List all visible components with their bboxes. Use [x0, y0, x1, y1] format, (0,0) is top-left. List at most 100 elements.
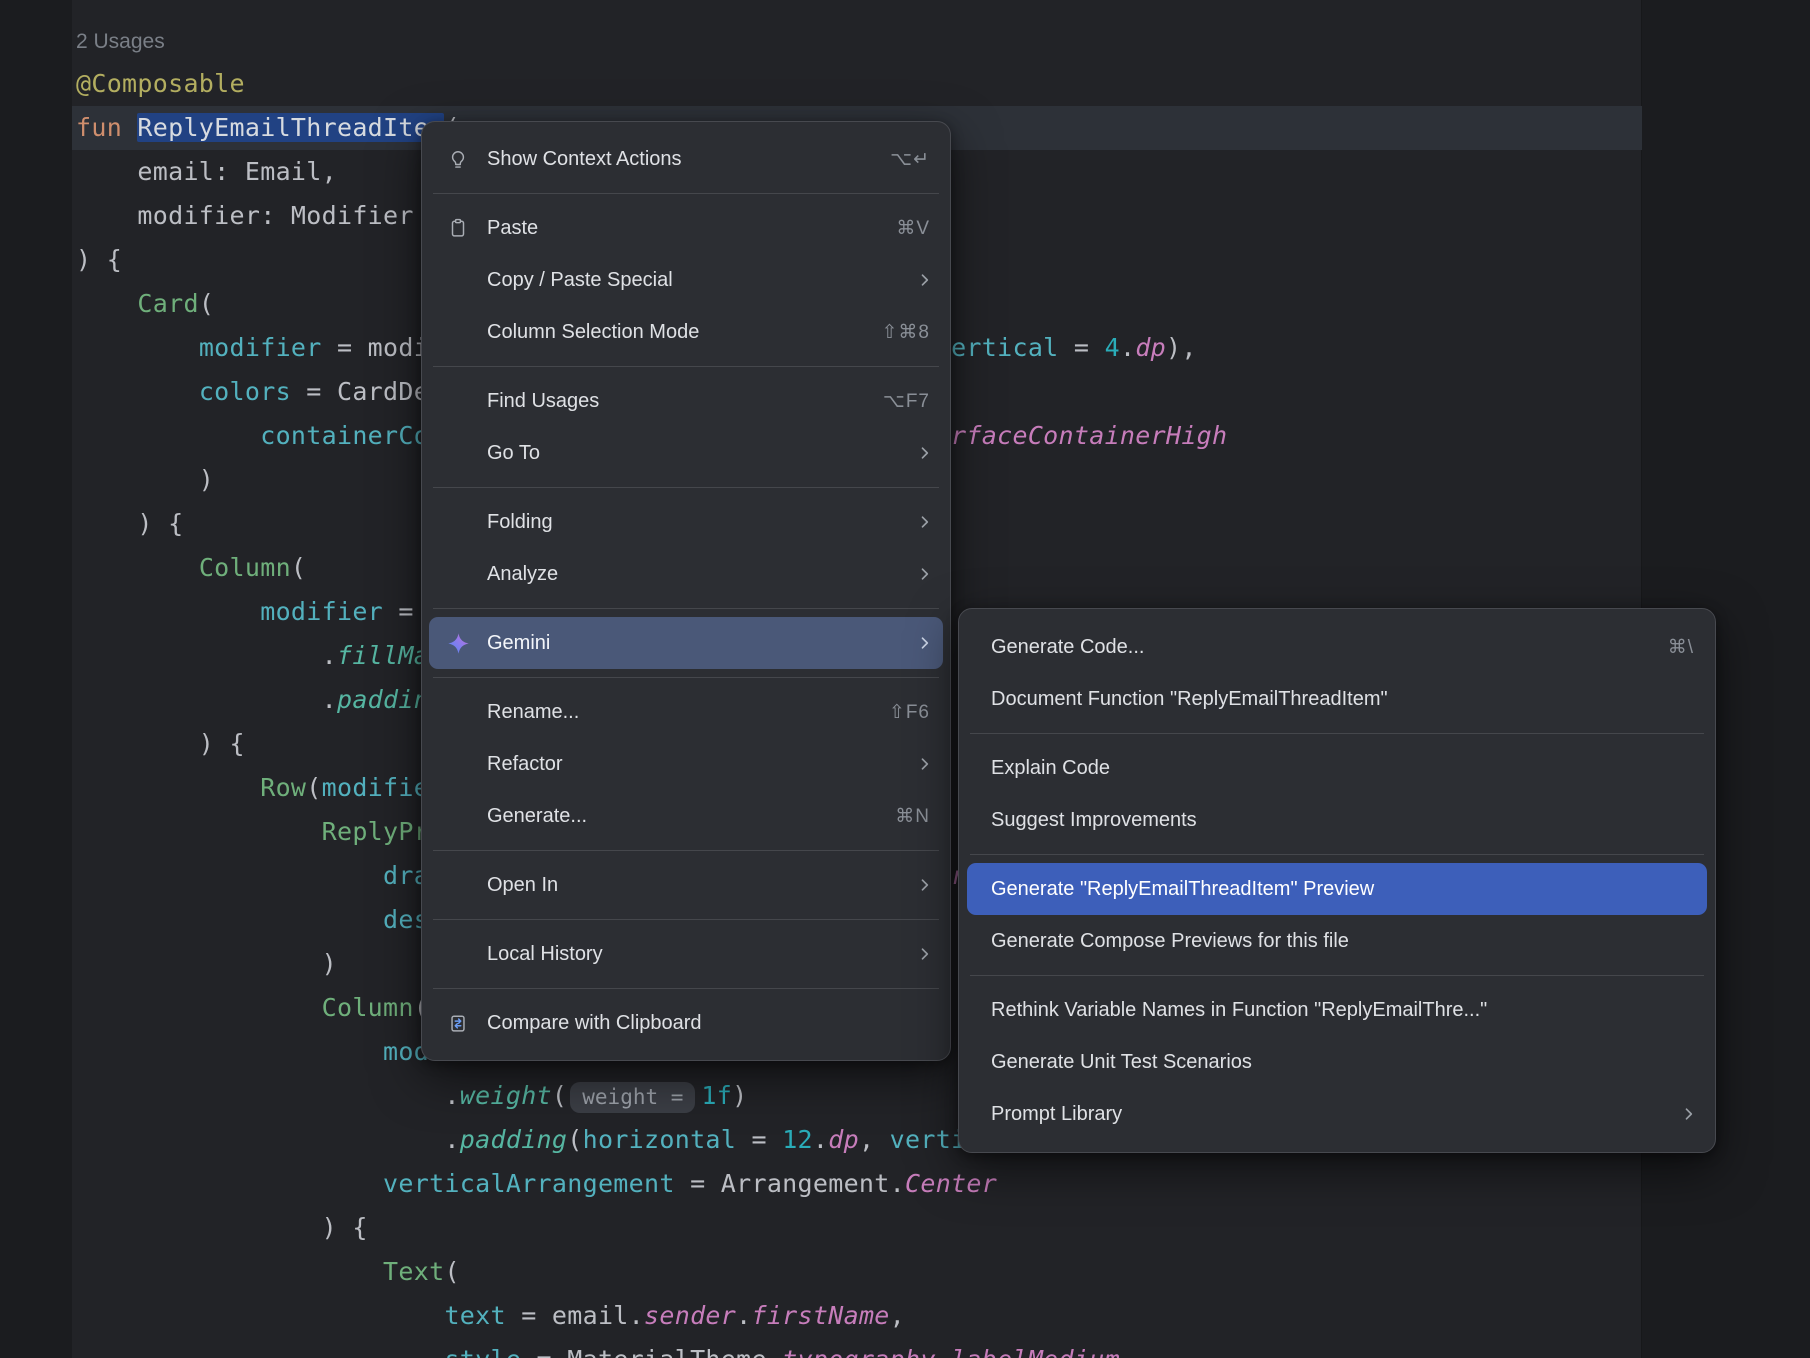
code-token: firstName — [751, 1301, 889, 1330]
menu-item-label: Compare with Clipboard — [487, 1012, 702, 1035]
code-token: weight — [460, 1081, 552, 1110]
menu-item-show-context-actions[interactable]: Show Context Actions ⌥↵ — [429, 133, 943, 185]
code-token: ( — [291, 553, 306, 582]
compare-icon — [429, 1012, 487, 1034]
code-token: . — [1120, 333, 1135, 362]
code-token: . — [76, 1081, 460, 1110]
code-token: ) { — [76, 245, 122, 274]
menu-item-generate-code[interactable]: Generate Code...⌘\ — [967, 621, 1707, 673]
code-token: , — [890, 1301, 905, 1330]
code-token: ( — [306, 773, 321, 802]
code-token: verticalArrangement — [383, 1169, 675, 1198]
menu-item-gemini[interactable]: Gemini — [429, 617, 943, 669]
chevron-right-icon — [917, 272, 933, 288]
chevron-right-icon — [917, 756, 933, 772]
code-token — [76, 773, 260, 802]
menu-item-rethink-variable-names-in-function-replyemailthre[interactable]: Rethink Variable Names in Function "Repl… — [967, 984, 1707, 1036]
code-line-31: style = MaterialTheme.typography.labelMe… — [72, 1338, 1642, 1358]
code-token: text — [444, 1301, 505, 1330]
inlay-parameter-hint[interactable]: weight = — [570, 1082, 695, 1113]
code-token: colors — [199, 377, 291, 406]
menu-separator — [433, 677, 939, 678]
menu-item-find-usages[interactable]: Find Usages⌥F7 — [429, 375, 943, 427]
menu-item-go-to[interactable]: Go To — [429, 427, 943, 479]
menu-item-label: Document Function "ReplyEmailThreadItem" — [991, 688, 1388, 711]
menu-item-copy-paste-special[interactable]: Copy / Paste Special — [429, 254, 943, 306]
paste-icon — [429, 217, 487, 239]
code-token: labelMedium — [951, 1345, 1120, 1358]
code-line-29: Text( — [72, 1250, 1642, 1294]
chevron-right-icon — [1681, 1106, 1697, 1122]
menu-item-suggest-improvements[interactable]: Suggest Improvements — [967, 794, 1707, 846]
menu-item-generate-unit-test-scenarios[interactable]: Generate Unit Test Scenarios — [967, 1036, 1707, 1088]
code-token — [76, 993, 322, 1022]
code-token: ) { — [76, 729, 245, 758]
code-token: . — [76, 685, 337, 714]
shortcut-label: ⌥↵ — [890, 148, 943, 171]
menu-item-document-function-replyemailthreaditem[interactable]: Document Function "ReplyEmailThreadItem" — [967, 673, 1707, 725]
shortcut-label: ⇧⌘8 — [882, 321, 944, 344]
menu-item-label: Show Context Actions — [487, 148, 682, 171]
code-token: ) — [76, 465, 214, 494]
selected-identifier: ReplyEmailThreadItem — [137, 113, 444, 142]
menu-item-label: Paste — [487, 217, 538, 240]
code-token: dp — [828, 1125, 859, 1154]
menu-item-label: Folding — [487, 511, 553, 534]
code-token: email: Email, — [76, 157, 337, 186]
menu-item-open-in[interactable]: Open In — [429, 859, 943, 911]
menu-item-paste[interactable]: Paste ⌘V — [429, 202, 943, 254]
menu-item-column-selection-mode[interactable]: Column Selection Mode⇧⌘8 — [429, 306, 943, 358]
menu-item-explain-code[interactable]: Explain Code — [967, 742, 1707, 794]
menu-item-compare-with-clipboard[interactable]: Compare with Clipboard — [429, 997, 943, 1049]
menu-item-local-history[interactable]: Local History — [429, 928, 943, 980]
code-token: . — [76, 1125, 460, 1154]
shortcut-label: ⌘V — [896, 217, 943, 240]
shortcut-label: ⌘\ — [1668, 636, 1707, 659]
code-token: ) { — [76, 509, 183, 538]
menu-item-label: Copy / Paste Special — [487, 269, 673, 292]
menu-separator — [433, 919, 939, 920]
code-token: . — [736, 1301, 751, 1330]
code-line-2: @Composable — [72, 62, 1642, 106]
menu-item-generate[interactable]: Generate...⌘N — [429, 790, 943, 842]
code-token: padding — [460, 1125, 567, 1154]
code-token: ) — [732, 1081, 747, 1110]
menu-separator — [433, 193, 939, 194]
menu-item-refactor[interactable]: Refactor — [429, 738, 943, 790]
menu-item-generate-compose-previews-for-this-file[interactable]: Generate Compose Previews for this file — [967, 915, 1707, 967]
menu-item-label: Refactor — [487, 753, 563, 776]
menu-item-generate-replyemailthreaditem-preview[interactable]: Generate "ReplyEmailThreadItem" Preview — [967, 863, 1707, 915]
code-token: 2 Usages — [76, 30, 165, 53]
menu-separator — [433, 487, 939, 488]
menu-separator — [970, 975, 1704, 976]
menu-item-prompt-library[interactable]: Prompt Library — [967, 1088, 1707, 1140]
menu-item-analyze[interactable]: Analyze — [429, 548, 943, 600]
code-token — [76, 1257, 383, 1286]
menu-separator — [970, 733, 1704, 734]
chevron-right-icon — [917, 946, 933, 962]
menu-item-label: Rename... — [487, 701, 579, 724]
code-token: sender — [644, 1301, 736, 1330]
code-vision-usages[interactable]: 2 Usages — [72, 18, 1642, 62]
code-token: = email. — [506, 1301, 644, 1330]
code-token: Row — [260, 773, 306, 802]
code-token — [76, 861, 383, 890]
code-token: ), — [1166, 333, 1197, 362]
lightbulb-icon — [429, 148, 487, 170]
menu-item-label: Open In — [487, 874, 558, 897]
menu-separator — [970, 854, 1704, 855]
editor-context-menu: Show Context Actions ⌥↵ Paste ⌘V Copy / Past… — [421, 121, 951, 1061]
code-token: Text — [383, 1257, 444, 1286]
menu-item-rename[interactable]: Rename...⇧F6 — [429, 686, 943, 738]
code-token — [76, 377, 199, 406]
menu-item-label: Analyze — [487, 563, 558, 586]
code-token: modifier — [260, 597, 383, 626]
menu-item-folding[interactable]: Folding — [429, 496, 943, 548]
chevron-right-icon — [917, 877, 933, 893]
code-token — [76, 905, 383, 934]
code-token: fun — [76, 113, 137, 142]
code-line-28: ) { — [72, 1206, 1642, 1250]
menu-item-label: Rethink Variable Names in Function "Repl… — [991, 999, 1487, 1022]
code-token: = — [736, 1125, 782, 1154]
code-token: vertical — [936, 333, 1059, 362]
